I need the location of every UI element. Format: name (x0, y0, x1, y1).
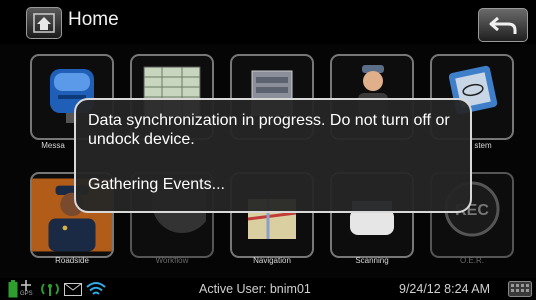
tile-system-label: stem (474, 141, 492, 150)
home-screen: Home Messa stem Roadside Workflow Naviga… (0, 0, 536, 300)
envelope-icon (64, 283, 82, 296)
gps-label: GPS (20, 291, 33, 297)
page-title: Home (68, 9, 119, 30)
datetime: 9/24/12 8:24 AM (399, 282, 491, 296)
tile-navigation-label: Navigation (253, 256, 291, 265)
cellular-signal-icon (41, 283, 59, 296)
tile-messaging-label: Messa (41, 141, 65, 150)
tile-oer-label: O.E.R. (459, 256, 484, 265)
status-bar: GPS Active User: bnim01 9/24/12 8:24 AM (0, 278, 536, 300)
sync-message: Data synchronization in progress. Do not… (88, 112, 450, 148)
active-user: Active User: bnim01 (199, 282, 311, 296)
home-button[interactable] (26, 7, 62, 39)
tile-scanning-label: Scanning (355, 256, 389, 265)
back-arrow-icon (489, 16, 517, 34)
tile-roadside-label: Roadside (55, 256, 89, 265)
wifi-icon (86, 282, 106, 295)
top-bar: Home (0, 0, 536, 44)
back-button[interactable] (478, 8, 528, 42)
tile-workflow-label: Workflow (155, 256, 189, 265)
sync-dialog: Data synchronization in progress. Do not… (74, 98, 472, 213)
battery-icon (8, 280, 18, 298)
keyboard-icon[interactable] (508, 281, 532, 297)
home-icon (33, 13, 55, 33)
sync-status: Gathering Events... (88, 176, 225, 193)
